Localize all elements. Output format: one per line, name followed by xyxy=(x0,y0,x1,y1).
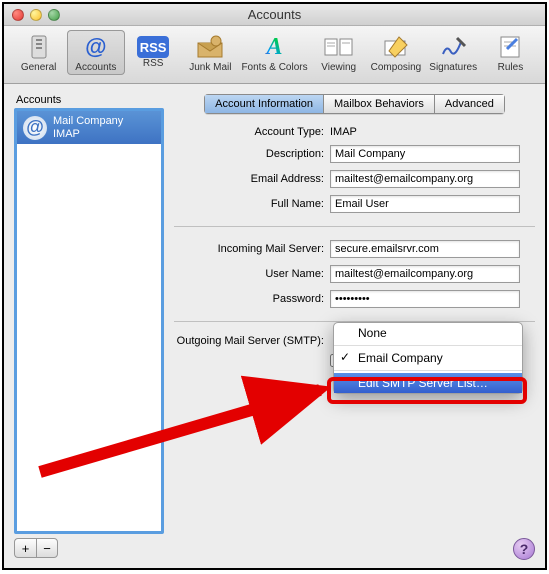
at-icon: @ xyxy=(23,116,47,140)
toolbar-junk-label: Junk Mail xyxy=(189,62,231,73)
add-account-button[interactable]: + xyxy=(14,538,36,558)
toolbar-rules[interactable]: Rules xyxy=(482,30,539,75)
account-name: Mail Company xyxy=(53,115,123,128)
general-icon xyxy=(22,32,56,62)
label-fullname: Full Name: xyxy=(174,198,324,210)
toolbar-signatures[interactable]: Signatures xyxy=(425,30,482,75)
toolbar-composing[interactable]: Composing xyxy=(367,30,424,75)
help-button[interactable]: ? xyxy=(513,538,535,560)
label-username: User Name: xyxy=(174,268,324,280)
toolbar-fonts[interactable]: A Fonts & Colors xyxy=(239,30,310,75)
window-title: Accounts xyxy=(4,7,545,22)
dropdown-separator-2 xyxy=(334,370,522,371)
toolbar-fonts-label: Fonts & Colors xyxy=(241,62,307,73)
separator xyxy=(174,226,535,227)
tab-advanced[interactable]: Advanced xyxy=(434,94,505,114)
sidebar-heading: Accounts xyxy=(14,94,164,106)
toolbar-accounts[interactable]: @ Accounts xyxy=(67,30,124,75)
titlebar: Accounts xyxy=(4,4,545,26)
account-row[interactable]: @ Mail Company IMAP xyxy=(17,111,161,144)
account-text: Mail Company IMAP xyxy=(53,115,123,140)
toolbar-junk[interactable]: Junk Mail xyxy=(182,30,239,75)
input-fullname[interactable] xyxy=(330,195,520,213)
label-smtp: Outgoing Mail Server (SMTP): xyxy=(174,335,324,347)
preferences-toolbar: General @ Accounts RSS RSS Junk Mail A F… xyxy=(4,26,545,84)
account-type: IMAP xyxy=(53,128,123,141)
toolbar-accounts-label: Accounts xyxy=(75,62,116,73)
toolbar-rules-label: Rules xyxy=(498,62,524,73)
tab-account-info[interactable]: Account Information xyxy=(204,94,323,114)
label-password: Password: xyxy=(174,293,324,305)
toolbar-rss[interactable]: RSS RSS xyxy=(125,30,182,71)
rss-icon: RSS xyxy=(137,36,169,58)
label-account-type: Account Type: xyxy=(174,126,324,138)
input-incoming[interactable] xyxy=(330,240,520,258)
dropdown-item-none[interactable]: None xyxy=(334,323,522,343)
toolbar-general[interactable]: General xyxy=(10,30,67,75)
toolbar-rss-label: RSS xyxy=(143,58,164,69)
input-email[interactable] xyxy=(330,170,520,188)
input-username[interactable] xyxy=(330,265,520,283)
toolbar-general-label: General xyxy=(21,62,57,73)
remove-account-button[interactable]: − xyxy=(36,538,58,558)
label-incoming: Incoming Mail Server: xyxy=(174,243,324,255)
add-remove-controls: + − xyxy=(14,538,164,558)
toolbar-viewing[interactable]: Viewing xyxy=(310,30,367,75)
toolbar-signatures-label: Signatures xyxy=(429,62,477,73)
composing-icon xyxy=(379,32,413,62)
accounts-sidebar: Accounts @ Mail Company IMAP + − xyxy=(14,94,164,558)
dropdown-item-current[interactable]: Email Company xyxy=(334,348,522,368)
signatures-icon xyxy=(436,32,470,62)
input-description[interactable] xyxy=(330,145,520,163)
viewing-icon xyxy=(322,32,356,62)
tab-bar: Account Information Mailbox Behaviors Ad… xyxy=(174,94,535,114)
input-password[interactable] xyxy=(330,290,520,308)
accounts-icon: @ xyxy=(79,32,113,62)
dropdown-separator xyxy=(334,345,522,346)
smtp-dropdown-menu[interactable]: None Email Company Edit SMTP Server List… xyxy=(333,322,523,394)
value-account-type: IMAP xyxy=(330,126,535,138)
fonts-icon: A xyxy=(258,32,292,62)
tab-mailbox-behaviors[interactable]: Mailbox Behaviors xyxy=(323,94,434,114)
preferences-window: Accounts General @ Accounts RSS RSS Junk… xyxy=(2,2,547,570)
accounts-list[interactable]: @ Mail Company IMAP xyxy=(14,108,164,534)
toolbar-composing-label: Composing xyxy=(371,62,422,73)
rules-icon xyxy=(493,32,527,62)
junk-icon xyxy=(193,32,227,62)
dropdown-item-edit-smtp[interactable]: Edit SMTP Server List… xyxy=(334,373,522,393)
label-description: Description: xyxy=(174,148,324,160)
toolbar-viewing-label: Viewing xyxy=(321,62,356,73)
label-email: Email Address: xyxy=(174,173,324,185)
